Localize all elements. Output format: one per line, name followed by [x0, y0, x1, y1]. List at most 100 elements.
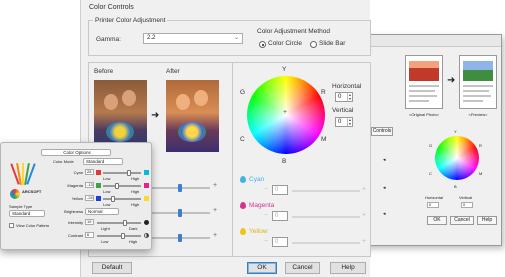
cancel-button[interactable]: Cancel [450, 216, 474, 225]
yellow-input[interactable]: -24 [85, 195, 94, 201]
original-photo-label: <Original Photo> [408, 112, 440, 117]
color-circle[interactable]: Y R M B C G + [238, 66, 333, 165]
slider-thumb[interactable] [178, 234, 182, 242]
marker-m: M [479, 171, 483, 176]
collapse-arrow-icon[interactable]: ◂ [383, 157, 386, 163]
view-pattern-checkbox[interactable] [9, 223, 14, 228]
thumbnail-text-line [463, 100, 483, 102]
slider-thumb[interactable] [178, 209, 182, 217]
vertical-input[interactable]: 0 [461, 202, 473, 208]
view-pattern-label: View Color Pattern [16, 223, 50, 228]
cyan-input[interactable]: 28 [85, 169, 94, 175]
cyan-slider-track[interactable] [103, 172, 141, 174]
background-dialog-window: ➜ <Original Photo> <Preview> Controls ◂ … [360, 34, 502, 246]
chevron-down-icon: ⌄ [233, 35, 239, 41]
thumbnail-text-line [409, 95, 437, 97]
color-mode-value: Standard [86, 159, 105, 164]
gamma-select[interactable]: 2.2 ⌄ [143, 33, 243, 44]
horizontal-value: 0 [338, 94, 342, 100]
cyan-value: 0 [272, 185, 288, 195]
contrast-input[interactable]: 6 [85, 232, 94, 238]
green-swatch [96, 183, 101, 188]
marker-m: M [321, 136, 327, 143]
radio-slide-bar-label: Slide Bar [319, 40, 346, 47]
marker-c: C [429, 171, 432, 176]
magenta-label: Magenta [249, 202, 275, 209]
high-label: High [131, 202, 140, 207]
intensity-slider-thumb[interactable] [123, 220, 127, 226]
crosshair-icon: + [283, 109, 288, 116]
background-window-titlebar [361, 35, 501, 47]
brightness-value: Normal [88, 209, 103, 214]
method-label: Color Adjustment Method [257, 28, 330, 35]
original-photo-thumbnail [405, 55, 443, 109]
cancel-button[interactable]: Cancel [285, 262, 320, 274]
spin-arrows-icon[interactable]: ▲ ▼ [347, 118, 352, 126]
yellow-slider-thumb[interactable] [111, 196, 115, 202]
radio-selected-icon [259, 41, 266, 48]
vertical-label: Vertical [332, 107, 354, 114]
cyan-swatch [144, 170, 149, 175]
plus-icon: + [362, 186, 367, 193]
arrow-right-icon: ➜ [151, 110, 160, 121]
red-swatch [96, 170, 101, 175]
cyan-drop-icon [240, 176, 246, 183]
horizontal-input[interactable]: 0 [427, 202, 439, 208]
marker-r: R [321, 89, 326, 96]
color-options-popup[interactable]: Color Options [41, 149, 111, 156]
collapse-arrow-icon[interactable]: ◂ [383, 211, 386, 217]
contrast-slider-track[interactable] [97, 235, 141, 237]
spin-arrows-icon[interactable]: ▲ ▼ [347, 93, 352, 101]
marker-b: B [454, 184, 457, 189]
ok-button[interactable]: OK [247, 262, 277, 274]
minus-icon: − [264, 238, 269, 245]
color-circle-small[interactable]: Y R M B C G + [429, 129, 485, 189]
intensity-slider-track[interactable] [97, 222, 141, 224]
contrast-slider-thumb[interactable] [121, 233, 125, 239]
intensity-input[interactable]: 19 [85, 219, 94, 225]
yellow-label: Yellow [249, 228, 268, 235]
sample-type-select[interactable]: Standard [9, 210, 45, 217]
contrast-icon [144, 233, 149, 238]
thumbnail-text-line [463, 85, 493, 87]
controls-button[interactable]: Controls [371, 127, 393, 136]
magenta-input[interactable]: -13 [85, 182, 94, 188]
help-button[interactable]: Help [477, 216, 497, 225]
horizontal-spinbox[interactable]: 0 ▲ ▼ [335, 92, 353, 102]
color-mode-label: Color Mode [53, 159, 74, 164]
contrast-label: Contrast [67, 233, 83, 238]
collapse-arrow-icon[interactable]: ◂ [383, 185, 386, 191]
plus-icon: + [213, 232, 218, 239]
vertical-value: 0 [338, 119, 342, 125]
high-label: High [131, 189, 140, 194]
yellow-label: Yellow [71, 196, 83, 201]
high-label: High [129, 239, 138, 244]
thumbnail-photo [463, 61, 493, 81]
default-button[interactable]: Default [92, 262, 132, 274]
vertical-spinbox[interactable]: 0 ▲ ▼ [335, 117, 353, 127]
mac-color-options-dialog: Color Options Color Mode Standard Cyan 2… [0, 142, 152, 250]
magenta-slider-thumb[interactable] [115, 183, 119, 189]
horizontal-label: Horizontal [332, 83, 362, 90]
slider-thumb[interactable] [178, 184, 182, 192]
marker-y: Y [454, 129, 457, 134]
color-wheel: + [435, 136, 479, 180]
magenta-slider-track[interactable] [103, 185, 141, 187]
after-label: After [166, 68, 180, 75]
brand-label: ARCSOFT [22, 189, 42, 194]
marker-r: R [479, 143, 482, 148]
help-button[interactable]: Help [330, 262, 366, 274]
thumbnail-text-line [409, 85, 439, 87]
magenta-label: Magenta [67, 183, 83, 188]
yellow-slider-track [292, 242, 360, 244]
arrow-right-icon: ➜ [447, 75, 456, 86]
yellow-swatch [144, 196, 149, 201]
blue-swatch [96, 196, 101, 201]
marker-y: Y [282, 66, 287, 73]
ok-button[interactable]: OK [427, 216, 447, 225]
brightness-select[interactable]: Normal [85, 208, 119, 215]
marker-g: G [429, 143, 433, 148]
color-mode-select[interactable]: Standard [83, 158, 123, 165]
cyan-slider-track [292, 190, 360, 192]
yellow-slider-track[interactable] [103, 198, 141, 200]
